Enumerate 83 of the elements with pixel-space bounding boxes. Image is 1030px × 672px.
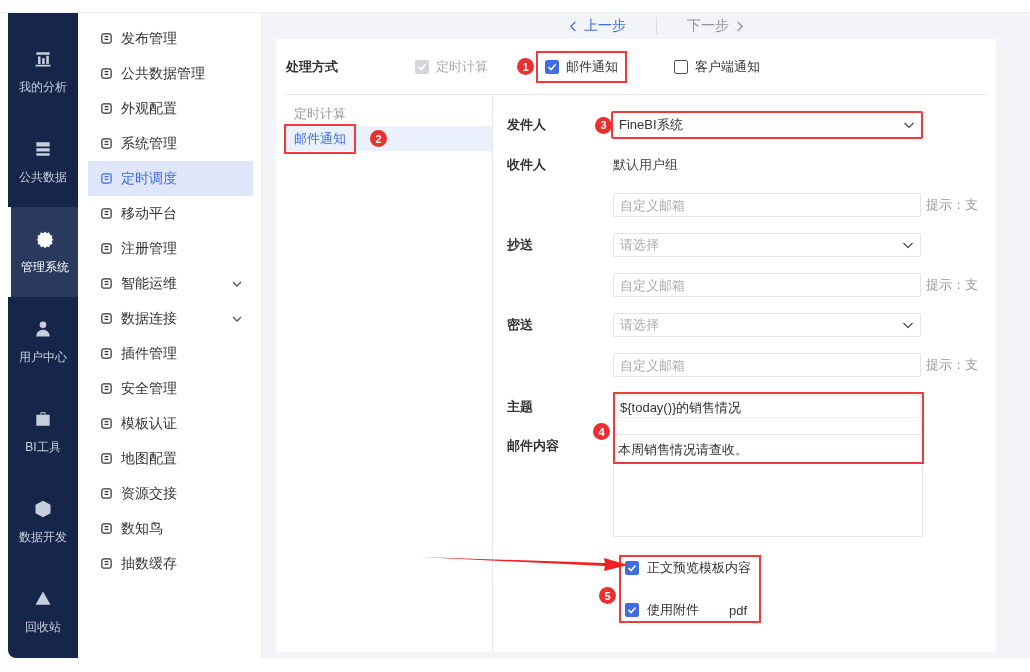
checkbox[interactable] <box>545 59 559 74</box>
cube-icon <box>33 498 53 519</box>
step-number-badge: 4 <box>593 423 610 440</box>
menu-icon <box>100 32 113 45</box>
menu-item[interactable]: 抽数缓存 <box>88 546 253 581</box>
menu-icon <box>100 557 113 570</box>
checkbox[interactable] <box>625 561 639 575</box>
menu-item[interactable]: 智能运维 <box>88 266 253 301</box>
check-icon <box>626 604 638 616</box>
menu-item[interactable]: 数知鸟 <box>88 511 253 546</box>
menu-item[interactable]: 数据连接 <box>88 301 253 336</box>
field-label: 邮件内容 <box>507 437 560 455</box>
checkbox-label: 使用附件 <box>647 601 699 619</box>
content-text: 本周销售情况请查收。 <box>618 442 748 457</box>
nav-label: 管理系统 <box>20 258 69 276</box>
menu-icon <box>100 312 113 325</box>
nav-label: 我的分析 <box>19 78 67 96</box>
menu-item[interactable]: 资源交接 <box>88 476 253 511</box>
dropdown-field[interactable]: FineBI系统 <box>611 111 923 139</box>
checkbox-option[interactable]: 邮件通知 <box>538 52 625 81</box>
menu-icon <box>100 522 113 535</box>
hint-text: 提示：支 <box>926 196 978 214</box>
menu-item[interactable]: 系统管理 <box>88 126 253 161</box>
nav-label: BI工具 <box>25 438 61 456</box>
nav-item[interactable]: 回收站 <box>8 567 78 657</box>
menu-icon <box>100 207 113 220</box>
field-label: 抄送 <box>507 237 533 252</box>
nav-item[interactable]: 我的分析 <box>8 27 78 117</box>
content-textarea[interactable]: 本周销售情况请查收。 <box>613 434 923 537</box>
menu-item[interactable]: 发布管理 <box>88 21 253 56</box>
checkbox[interactable] <box>625 603 639 617</box>
menu-item[interactable]: 注册管理 <box>88 231 253 266</box>
nav-label: 数据开发 <box>19 528 67 546</box>
menu-item[interactable]: 移动平台 <box>88 196 253 231</box>
chevron-right-icon <box>734 20 744 32</box>
field-label: 收件人 <box>507 157 546 172</box>
menu-icon <box>100 242 113 255</box>
nav-label: 公共数据 <box>19 168 67 186</box>
nav-item[interactable]: 公共数据 <box>8 117 78 207</box>
step-number-badge: 1 <box>517 58 534 75</box>
menu-item[interactable]: 外观配置 <box>88 91 253 126</box>
hint-text: 提示：支 <box>926 276 978 294</box>
checkbox-label: 正文预览模板内容 <box>647 559 751 577</box>
recipient-value: 默认用户组 <box>613 156 678 174</box>
nav-label: 回收站 <box>25 618 61 636</box>
checkbox-option[interactable]: 客户端通知 <box>667 52 767 81</box>
chevron-left-icon <box>568 20 578 32</box>
nav-item[interactable]: 数据开发 <box>8 477 78 567</box>
subject-input-field[interactable]: ${today()}的销售情况 <box>613 395 921 418</box>
menu-icon <box>100 382 113 395</box>
step-number-badge: 5 <box>599 587 616 604</box>
menu-item[interactable]: 插件管理 <box>88 336 253 371</box>
email-input-field[interactable]: 自定义邮箱 <box>613 353 921 377</box>
nav-item[interactable]: 管理系统 <box>8 207 78 297</box>
menu-icon <box>100 452 113 465</box>
step-number-badge: 3 <box>595 116 612 134</box>
menu-icon <box>100 487 113 500</box>
menu-item[interactable]: 安全管理 <box>88 371 253 406</box>
menu-icon <box>100 137 113 150</box>
field-label: 处理方式 <box>286 57 339 76</box>
step-button[interactable]: 上一步 <box>554 17 640 35</box>
menu-item[interactable]: 定时调度 <box>88 161 253 196</box>
field-label: 主题 <box>507 398 534 416</box>
menu-item[interactable]: 模板认证 <box>88 406 253 441</box>
menu-icon <box>100 277 113 290</box>
menu-icon <box>100 172 113 185</box>
check-icon <box>626 562 638 574</box>
email-input-field[interactable]: 自定义邮箱 <box>613 193 921 217</box>
checkbox[interactable] <box>674 59 688 74</box>
menu-icon <box>100 417 113 430</box>
menu-icon <box>100 67 113 80</box>
nav-label: 用户中心 <box>19 348 67 366</box>
format-label: pdf <box>729 602 748 618</box>
menu-icon <box>100 347 113 360</box>
field-label: 发件人 <box>507 117 546 132</box>
field-label: 密送 <box>507 317 533 332</box>
menu-icon <box>100 102 113 115</box>
menu-item[interactable]: 公共数据管理 <box>88 56 253 91</box>
menu-item[interactable]: 地图配置 <box>88 441 253 476</box>
hint-text: 提示：支 <box>926 356 978 374</box>
nav-item[interactable]: BI工具 <box>8 387 78 477</box>
nav-item[interactable]: 用户中心 <box>8 297 78 387</box>
email-input-field[interactable]: 自定义邮箱 <box>613 273 921 297</box>
